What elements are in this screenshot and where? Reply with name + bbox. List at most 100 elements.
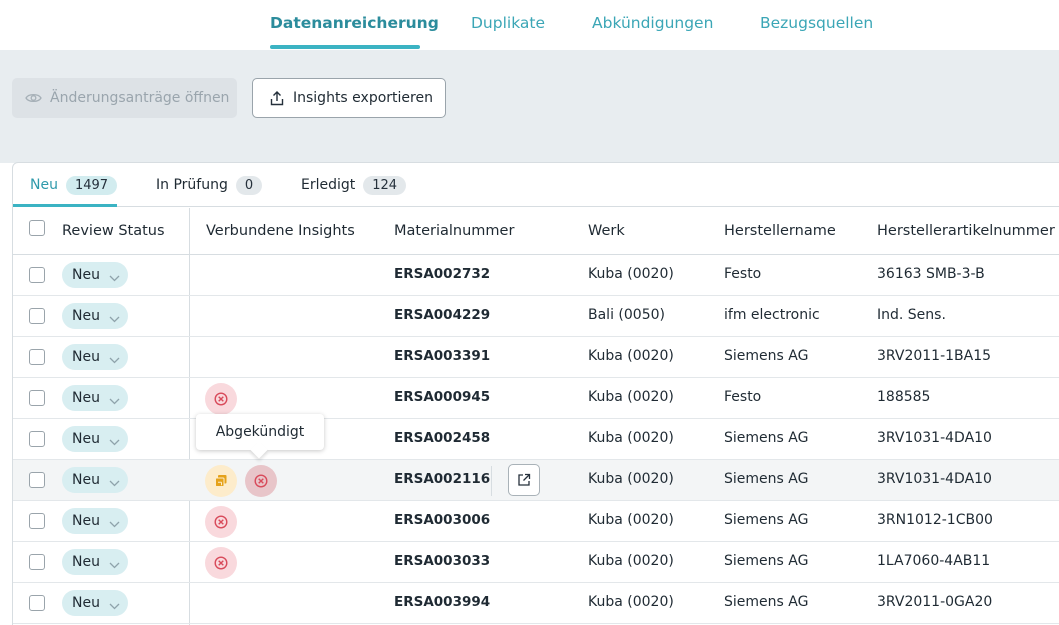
materialnummer: ERSA003033 [394, 553, 491, 569]
werk: Kuba (0020) [588, 430, 674, 446]
table-row[interactable]: Neu ERSA003006 Kuba (0020) Siemens AG 3R… [13, 501, 1059, 542]
row-checkbox[interactable] [29, 390, 45, 406]
export-insights-button[interactable]: Insights exportieren [252, 78, 446, 118]
review-status-dropdown[interactable]: Neu [62, 385, 128, 411]
werk: Kuba (0020) [588, 594, 674, 610]
herstellername: Festo [724, 266, 762, 282]
materialnummer: ERSA003994 [394, 594, 491, 610]
toolbar: Änderungsanträge öffnen Insights exporti… [0, 50, 1059, 146]
table-row[interactable]: Neu ERSA003391 Kuba (0020) Siemens AG 3R… [13, 337, 1059, 378]
chevron-down-icon [109, 270, 120, 286]
chevron-down-icon [109, 393, 120, 409]
nav-tab-datenanreicherung[interactable]: Datenanreicherung [270, 14, 439, 32]
duplicate-insight-badge[interactable] [205, 465, 237, 497]
chevron-down-icon [109, 434, 120, 450]
status-label: Neu [72, 431, 100, 447]
subtab-in-pruefung[interactable]: In Prüfung 0 [156, 163, 263, 207]
discontinued-insight-badge[interactable] [205, 547, 237, 579]
herstellername: Festo [724, 389, 762, 405]
insight-tooltip: Abgekündigt [196, 414, 324, 459]
review-status-dropdown[interactable]: Neu [62, 426, 128, 452]
chevron-down-icon [109, 311, 120, 327]
herstellername: Siemens AG [724, 430, 809, 446]
toolbar-gap [0, 146, 1059, 163]
x-circle-icon [214, 556, 228, 570]
herstellerartikelnummer: 3RV1031-4DA10 [877, 471, 992, 487]
werk: Bali (0050) [588, 307, 665, 323]
row-checkbox[interactable] [29, 554, 45, 570]
status-label: Neu [72, 595, 100, 611]
row-checkbox[interactable] [29, 267, 45, 283]
discontinued-insight-badge[interactable] [245, 465, 277, 497]
header-werk[interactable]: Werk [588, 223, 625, 239]
external-link-icon [518, 473, 531, 486]
review-status-dropdown[interactable]: Neu [62, 467, 128, 493]
table-row[interactable]: Neu ERSA003033 Kuba (0020) Siemens AG 1L… [13, 542, 1059, 583]
review-status-dropdown[interactable]: Neu [62, 508, 128, 534]
table-row[interactable]: Neu ERSA000945 Kuba (0020) Festo 188585 [13, 378, 1059, 419]
herstellerartikelnummer: 36163 SMB-3-B [877, 266, 985, 282]
open-detail-button[interactable] [508, 464, 540, 496]
subtab-count: 0 [235, 175, 263, 195]
werk: Kuba (0020) [588, 389, 674, 405]
subtab-neu[interactable]: Neu 1497 [30, 163, 118, 207]
review-status-dropdown[interactable]: Neu [62, 549, 128, 575]
herstellername: ifm electronic [724, 307, 820, 323]
open-change-requests-button[interactable]: Änderungsanträge öffnen [12, 78, 237, 118]
row-divider [491, 466, 492, 496]
nav-tab-bezugsquellen[interactable]: Bezugsquellen [760, 14, 873, 32]
materialnummer: ERSA002732 [394, 266, 491, 282]
status-subtabs: Neu 1497 In Prüfung 0 Erledigt 124 [13, 163, 1059, 207]
review-status-dropdown[interactable]: Neu [62, 262, 128, 288]
row-checkbox[interactable] [29, 308, 45, 324]
review-status-dropdown[interactable]: Neu [62, 344, 128, 370]
subtab-count: 1497 [65, 175, 118, 195]
row-checkbox[interactable] [29, 513, 45, 529]
subtab-erledigt[interactable]: Erledigt 124 [301, 163, 407, 207]
materialnummer: ERSA000945 [394, 389, 491, 405]
header-herstellername[interactable]: Herstellername [724, 223, 836, 239]
open-change-requests-label: Änderungsanträge öffnen [50, 90, 230, 106]
insights-table-panel: Neu 1497 In Prüfung 0 Erledigt 124 Review S… [12, 162, 1059, 625]
header-review-status[interactable]: Review Status [62, 223, 165, 239]
werk: Kuba (0020) [588, 512, 674, 528]
discontinued-insight-badge[interactable] [205, 383, 237, 415]
table-row[interactable]: Neu ERSA002732 Kuba (0020) Festo 36163 S… [13, 255, 1059, 296]
table-row[interactable]: Neu ERSA003994 Kuba (0020) Siemens AG 3R… [13, 583, 1059, 624]
review-status-dropdown[interactable]: Neu [62, 590, 128, 616]
nav-tab-abkuendigungen[interactable]: Abkündigungen [592, 14, 713, 32]
materialnummer: ERSA003391 [394, 348, 491, 364]
row-checkbox[interactable] [29, 472, 45, 488]
row-checkbox[interactable] [29, 595, 45, 611]
status-label: Neu [72, 513, 100, 529]
table-row[interactable]: Neu ERSA002458 Kuba (0020) Siemens AG 3R… [13, 419, 1059, 460]
herstellerartikelnummer: Ind. Sens. [877, 307, 946, 323]
row-checkbox[interactable] [29, 431, 45, 447]
review-status-dropdown[interactable]: Neu [62, 303, 128, 329]
header-herstellerartikelnummer[interactable]: Herstellerartikelnummer [877, 223, 1055, 239]
chevron-down-icon [109, 516, 120, 532]
export-icon [270, 90, 284, 106]
copy-icon [215, 475, 227, 487]
row-checkbox[interactable] [29, 349, 45, 365]
herstellername: Siemens AG [724, 594, 809, 610]
export-insights-label: Insights exportieren [293, 90, 433, 106]
status-label: Neu [72, 267, 100, 283]
discontinued-insight-badge[interactable] [205, 506, 237, 538]
header-materialnummer[interactable]: Materialnummer [394, 223, 514, 239]
select-all-checkbox[interactable] [29, 220, 45, 236]
materialnummer: ERSA002458 [394, 430, 491, 446]
nav-tab-duplikate[interactable]: Duplikate [471, 14, 545, 32]
herstellerartikelnummer: 188585 [877, 389, 931, 405]
header-insights[interactable]: Verbundene Insights [206, 223, 355, 239]
status-label: Neu [72, 554, 100, 570]
table-header: Review Status Verbundene Insights Materi… [13, 208, 1059, 255]
chevron-down-icon [109, 557, 120, 573]
werk: Kuba (0020) [588, 471, 674, 487]
top-navigation: Datenanreicherung Duplikate Abkündigunge… [0, 0, 1059, 50]
herstellerartikelnummer: 3RN1012-1CB00 [877, 512, 993, 528]
table-row[interactable]: Neu ERSA002116 Kuba (0020) Siemens AG 3R… [13, 460, 1059, 501]
herstellerartikelnummer: 3RV2011-1BA15 [877, 348, 992, 364]
table-row[interactable]: Neu ERSA004229 Bali (0050) ifm electroni… [13, 296, 1059, 337]
x-circle-icon [254, 474, 268, 488]
